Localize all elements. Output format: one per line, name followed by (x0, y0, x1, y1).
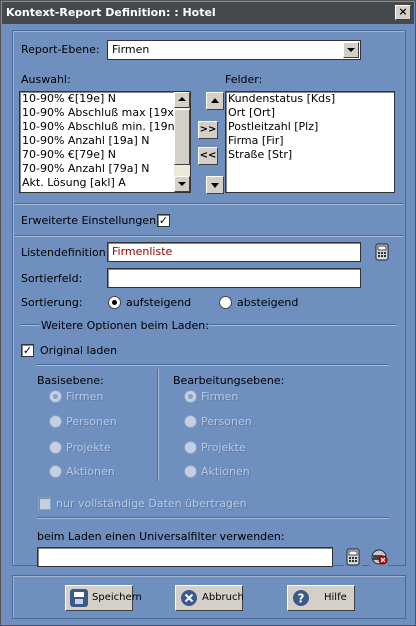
clear-filter-icon[interactable] (370, 548, 388, 566)
list-item[interactable]: Postleitzahl [Plz] (226, 120, 394, 134)
svg-text:?: ? (298, 592, 305, 606)
sortierfeld-label: Sortierfeld: (21, 272, 83, 285)
basis-radio-firmen[interactable] (49, 390, 62, 403)
basisebene-label: Basisebene: (37, 374, 104, 387)
scroll-up-icon[interactable] (174, 92, 190, 108)
scroll-thumb[interactable] (174, 109, 190, 165)
add-field-button[interactable]: >> (198, 121, 218, 139)
felder-label: Felder: (225, 73, 263, 86)
arrow-up-icon (211, 98, 219, 103)
move-up-button[interactable] (206, 92, 224, 110)
chevron-down-icon[interactable] (343, 42, 359, 58)
erweiterte-label: Erweiterte Einstellungen... (21, 214, 167, 227)
help-icon: ? (292, 589, 310, 607)
bearbeitungsebene-label: Bearbeitungsebene: (173, 374, 285, 387)
basis-option-label: Personen (66, 415, 117, 428)
universalfilter-label: beim Laden einen Universalfilter verwend… (37, 530, 285, 543)
save-button[interactable]: Speichern (65, 585, 142, 611)
basis-option-label: Firmen (66, 390, 104, 403)
bearb-radio-personen[interactable] (184, 415, 197, 428)
divider (15, 235, 403, 237)
report-definition-window: Kontext-Report Definition: : Hotel × Rep… (0, 0, 416, 626)
auswahl-listbox[interactable]: 10-90% €[19e] N 10-90% Abschluß max [19x… (19, 91, 191, 193)
close-button[interactable]: × (395, 5, 411, 20)
calculator-icon[interactable] (344, 548, 362, 566)
universalfilter-field[interactable] (37, 547, 333, 567)
report-ebene-label: Report-Ebene: (21, 43, 100, 56)
felder-listbox[interactable]: Kundenstatus [Kds] Ort [Ort] Postleitzah… (225, 91, 395, 193)
list-item[interactable]: 70-90% €[79e] N (20, 148, 190, 162)
bearb-option-label: Aktionen (201, 465, 250, 478)
help-button[interactable]: ? Hilfe (287, 585, 355, 611)
divider (37, 517, 389, 519)
basis-radio-personen[interactable] (49, 415, 62, 428)
nur-vollstaendige-label: nur vollständige Daten übertragen (56, 497, 247, 510)
button-bar: Speichern Abbruch ? Hilfe (12, 575, 406, 619)
sort-asc-radio[interactable] (108, 296, 121, 309)
basis-option-label: Aktionen (66, 465, 115, 478)
sortierung-label: Sortierung: (21, 296, 83, 309)
remove-field-button[interactable]: << (198, 147, 218, 165)
move-down-button[interactable] (206, 176, 224, 194)
bearb-option-label: Projekte (201, 441, 246, 454)
sort-desc-radio[interactable] (219, 296, 232, 309)
bearb-option-label: Firmen (201, 390, 239, 403)
auswahl-scrollbar[interactable] (174, 92, 190, 192)
list-item[interactable]: 10-90% Anzahl [19a] N (20, 134, 190, 148)
cancel-icon (180, 589, 198, 607)
basis-radio-aktionen[interactable] (49, 465, 62, 478)
report-ebene-value: Firmen (112, 43, 150, 56)
list-item[interactable]: 10-90% Abschluß min. [19n] D (20, 120, 190, 134)
list-item[interactable]: 70-90% Anzahl [79a] N (20, 162, 190, 176)
window-title: Kontext-Report Definition: : Hotel (6, 6, 216, 19)
list-item[interactable]: Akt. Lösung [akl] A (20, 176, 190, 190)
auswahl-label: Auswahl: (21, 73, 71, 86)
listendefinition-label: Listendefinition: (21, 246, 110, 259)
sort-asc-label: aufsteigend (126, 296, 192, 309)
report-ebene-select[interactable]: Firmen (107, 40, 361, 60)
nur-vollstaendige-checkbox[interactable] (38, 497, 51, 510)
original-laden-label: Original laden (40, 344, 118, 357)
erweiterte-checkbox[interactable]: ✓ (157, 214, 170, 227)
sortierfeld-field[interactable] (107, 268, 361, 288)
list-item[interactable]: Kundenstatus [Kds] (226, 92, 394, 106)
bearb-option-label: Personen (201, 415, 252, 428)
cancel-label: Abbruch (202, 592, 244, 603)
main-panel: Report-Ebene: Firmen Auswahl: 10-90% €[1… (12, 30, 406, 567)
bearb-radio-projekte[interactable] (184, 441, 197, 454)
sort-desc-label: absteigend (237, 296, 299, 309)
save-icon (70, 589, 88, 607)
arrow-down-icon (211, 183, 219, 188)
divider (15, 203, 403, 205)
title-bar: Kontext-Report Definition: : Hotel × (2, 2, 414, 24)
list-item[interactable]: Firma [Fir] (226, 134, 394, 148)
cancel-button[interactable]: Abbruch (175, 585, 244, 611)
list-item[interactable]: Straße [Str] (226, 148, 394, 162)
divider (21, 324, 39, 326)
list-item[interactable]: Ort [Ort] (226, 106, 394, 120)
list-item[interactable]: 10-90% €[19e] N (20, 92, 190, 106)
listendefinition-field[interactable]: Firmenliste (107, 242, 361, 262)
basis-option-label: Projekte (66, 441, 111, 454)
help-label: Hilfe (324, 592, 347, 603)
scroll-down-icon[interactable] (174, 176, 190, 192)
bearb-radio-aktionen[interactable] (184, 465, 197, 478)
optionen-label: Weitere Optionen beim Laden: (41, 319, 209, 332)
basis-radio-projekte[interactable] (49, 441, 62, 454)
list-item[interactable]: 10-90% Abschluß max [19x] D (20, 106, 190, 120)
divider (157, 369, 159, 481)
bearb-radio-firmen[interactable] (184, 390, 197, 403)
divider (209, 324, 397, 326)
save-label: Speichern (92, 592, 142, 603)
original-laden-checkbox[interactable]: ✓ (21, 344, 34, 357)
calculator-icon[interactable] (373, 243, 391, 261)
divider (37, 364, 389, 366)
